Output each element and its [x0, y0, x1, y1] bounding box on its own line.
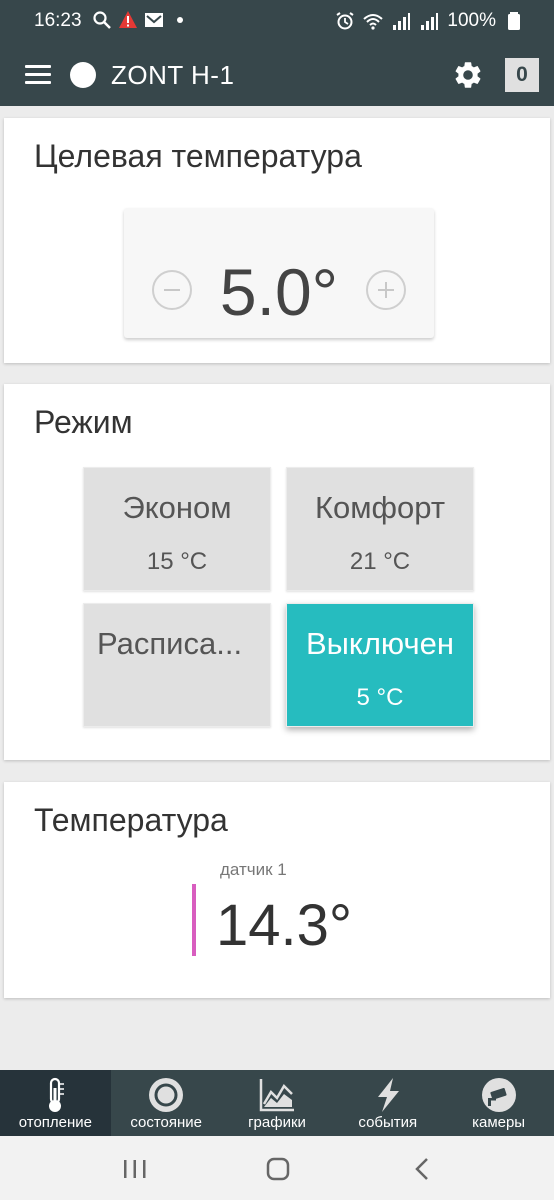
target-temperature-card: Целевая температура 5.0°: [4, 118, 550, 363]
temperature-title: Температура: [34, 802, 228, 838]
system-indicators: 100%: [335, 10, 524, 32]
mode-comfort-tile[interactable]: Комфорт 21 °C: [286, 467, 474, 591]
sensor-name: датчик 1: [220, 860, 287, 879]
temperature-card: Температура датчик 1 14.3°: [4, 782, 550, 998]
nav-label: состояние: [130, 1114, 203, 1131]
nav-heating[interactable]: отопление: [0, 1070, 111, 1136]
nav-events[interactable]: события: [332, 1070, 443, 1136]
search-icon: [93, 11, 111, 29]
alarm-icon: [336, 12, 354, 30]
nav-cameras[interactable]: камеры: [443, 1070, 554, 1136]
menu-icon[interactable]: [25, 65, 51, 85]
connection-status-icon: [70, 62, 96, 88]
notification-count-badge[interactable]: 0: [505, 58, 539, 92]
mail-icon: [145, 13, 163, 27]
home-icon[interactable]: [263, 1156, 293, 1182]
notification-icons: [92, 10, 190, 30]
nav-label: камеры: [472, 1114, 526, 1131]
signal-icon: [393, 13, 411, 30]
chart-icon: [259, 1079, 294, 1112]
mode-card: Режим Эконом 15 °C Комфорт 21 °C Расписа…: [4, 384, 550, 760]
mode-temp: 15 °C: [146, 548, 208, 575]
mode-name: Эконом: [122, 490, 232, 525]
increase-temperature-button[interactable]: [366, 270, 406, 310]
mode-title: Режим: [34, 404, 133, 440]
nav-label: отопление: [18, 1114, 93, 1131]
target-temperature-control: 5.0°: [124, 208, 434, 338]
warning-icon: [119, 11, 137, 28]
mode-temp: 5 °C: [356, 684, 404, 711]
status-bar: 16:23 100%: [0, 0, 554, 42]
mode-name: Комфорт: [314, 490, 446, 525]
gear-icon[interactable]: [452, 59, 484, 91]
recent-apps-icon[interactable]: [120, 1156, 150, 1182]
mode-off-tile[interactable]: Выключен 5 °C: [286, 603, 474, 727]
system-navigation-bar: [0, 1136, 554, 1200]
wifi-icon: [363, 14, 384, 30]
nav-charts[interactable]: графики: [222, 1070, 333, 1136]
mode-name: Выключен: [305, 626, 455, 661]
lightning-icon: [377, 1078, 399, 1112]
status-time: 16:23: [34, 10, 82, 31]
mode-name: Расписа...: [97, 626, 243, 661]
battery-icon: [508, 12, 520, 30]
device-title: ZONT H-1: [111, 60, 235, 90]
battery-percent: 100%: [447, 10, 496, 31]
nav-label: графики: [248, 1114, 306, 1131]
sensor-value: 14.3°: [216, 893, 353, 958]
camera-icon: [481, 1078, 516, 1112]
bottom-navigation: отопление состояние графики события каме…: [0, 1070, 554, 1136]
signal-2-icon: [421, 13, 439, 30]
sensor-color-bar: [192, 884, 196, 956]
mode-schedule-tile[interactable]: Расписа...: [83, 603, 271, 727]
target-temperature-title: Целевая температура: [34, 138, 362, 174]
mode-temp: 21 °C: [349, 548, 411, 575]
app-bar: ZONT H-1 0: [0, 42, 554, 106]
nav-label: события: [358, 1114, 418, 1131]
nav-status[interactable]: состояние: [111, 1070, 222, 1136]
dot-icon: [177, 17, 183, 23]
status-circle-icon: [149, 1078, 184, 1112]
thermometer-icon: [49, 1077, 65, 1112]
mode-economy-tile[interactable]: Эконом 15 °C: [83, 467, 271, 591]
back-icon[interactable]: [408, 1156, 438, 1182]
